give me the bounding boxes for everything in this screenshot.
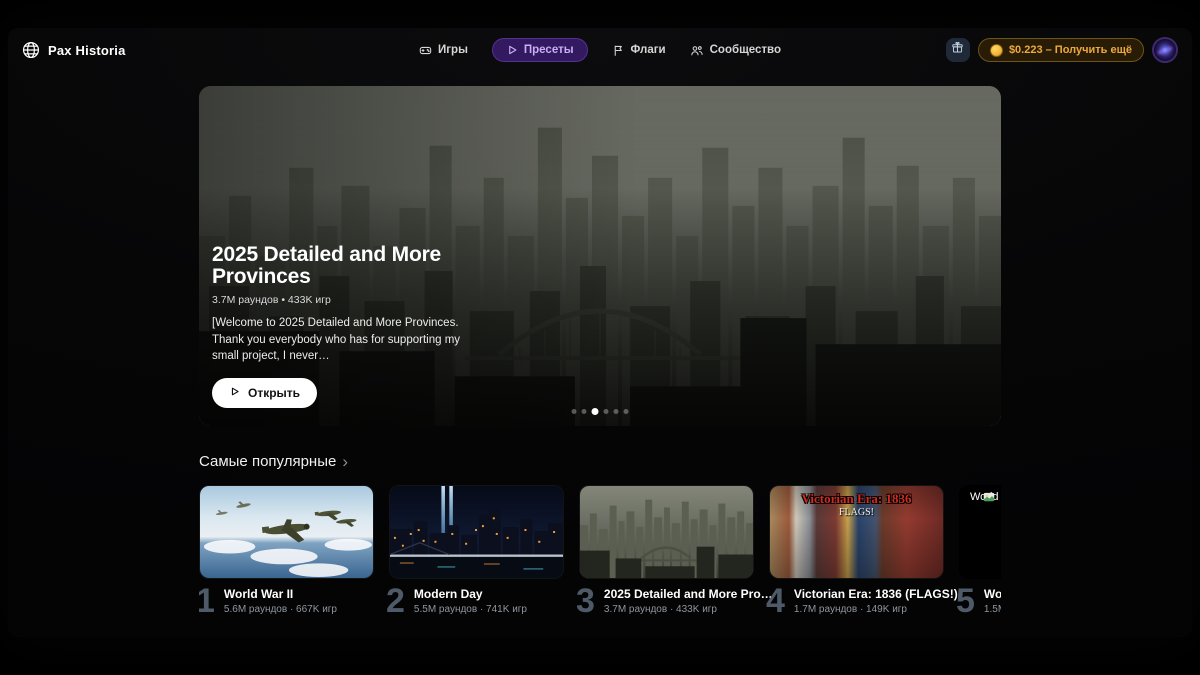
hero-content: 2025 Detailed and More Provinces 3.7M ра… (212, 242, 512, 408)
broken-image-placeholder: World W (966, 491, 1001, 503)
brand-logo[interactable]: Pax Historia (22, 41, 126, 59)
popular-cards-row: 1 World War II 5.6M раундов · 667K игр 2… (199, 485, 1001, 617)
nav-item-label: Сообщество (709, 44, 782, 56)
carousel-dot-active[interactable] (591, 408, 599, 415)
nav-item-label: Игры (437, 44, 468, 56)
hero-stats: 3.7M раундов • 433K игр (212, 293, 331, 306)
card-rank: 4 (766, 582, 785, 617)
card-title: World War II (223, 587, 294, 602)
card-title: Wo (983, 587, 1001, 602)
play-outline-icon (229, 386, 240, 400)
globe-icon (22, 41, 40, 59)
card-image-victorian-collage: Victorian Era: 1836 FLAGS! (769, 485, 944, 579)
card-title: Victorian Era: 1836 (FLAGS!) (793, 587, 958, 602)
nav-item-games[interactable]: Игры (419, 44, 468, 57)
coin-icon (989, 43, 1003, 57)
card-stats: 3.7M раундов · 433K игр (603, 604, 717, 616)
card-rank: 3 (576, 582, 595, 617)
play-icon (506, 44, 518, 56)
nav-item-presets[interactable]: Пресеты (491, 38, 588, 62)
card-image-ww2-bombers (199, 485, 374, 579)
victorian-overlay-title: Victorian Era: 1836 (801, 491, 912, 506)
gift-icon (951, 41, 964, 59)
gamepad-icon (419, 44, 432, 57)
coin-balance-button[interactable]: $0.223 – Получить ещё (977, 38, 1144, 62)
carousel-dot[interactable] (623, 409, 629, 414)
nav-item-label: Пресеты (523, 44, 574, 56)
open-button-label: Открыть (248, 386, 301, 400)
nav-item-community[interactable]: Сообщество (690, 44, 781, 57)
card-stats: 5.5M раундов · 741K игр (413, 604, 527, 616)
card-rank: 1 (199, 582, 215, 617)
nav-item-flags[interactable]: Флаги (612, 44, 666, 57)
open-button[interactable]: Открыть (212, 378, 318, 408)
carousel-dot[interactable] (603, 409, 609, 414)
preset-card-modern-day[interactable]: 2 Modern Day 5.5M раундов · 741K игр (386, 485, 564, 617)
hero-title: 2025 Detailed and More Provinces (212, 242, 442, 289)
hero-description: [Welcome to 2025 Detailed and More Provi… (212, 316, 461, 363)
card-rank: 5 (956, 582, 975, 617)
carousel-dots (571, 408, 629, 415)
popular-section-title: Самые популярные (199, 453, 337, 470)
balance-label: $0.223 – Получить ещё (1008, 44, 1132, 56)
preset-card-victorian-era[interactable]: Victorian Era: 1836 FLAGS! 4 Victorian E… (766, 485, 958, 617)
card-stats: 1.5M (983, 604, 1001, 616)
preset-card-world-war-2[interactable]: 1 World War II 5.6M раундов · 667K игр (199, 485, 374, 617)
popular-section-header[interactable]: Самые популярные › (199, 451, 1001, 471)
preset-card-partial[interactable]: World W 5 Wo 1.5M (956, 485, 1001, 617)
carousel-dot[interactable] (581, 409, 587, 414)
hero-banner[interactable]: 2025 Detailed and More Provinces 3.7M ра… (199, 86, 1001, 426)
brand-name: Pax Historia (48, 42, 126, 58)
flag-icon (612, 44, 625, 57)
card-image-broken: World W (959, 485, 1001, 579)
card-title: 2025 Detailed and More Pro… (603, 587, 773, 602)
people-icon (690, 44, 704, 57)
chevron-right-icon: › (342, 451, 349, 471)
nav-item-label: Флаги (630, 44, 666, 56)
card-title: Modern Day (413, 587, 483, 602)
card-image-city-skyline (579, 485, 754, 579)
carousel-dot[interactable] (571, 409, 577, 414)
main-nav: Игры Пресеты Флаги Сообщество (419, 28, 781, 72)
card-rank: 2 (386, 582, 405, 617)
card-stats: 5.6M раундов · 667K игр (223, 604, 337, 616)
header-right: $0.223 – Получить ещё (945, 37, 1178, 63)
card-image-nyc-night (389, 485, 564, 579)
carousel-dot[interactable] (613, 409, 619, 414)
victorian-overlay-subtitle: FLAGS! (838, 507, 874, 518)
user-avatar[interactable] (1152, 37, 1178, 63)
app-window: Pax Historia Игры Пресеты Флаги Сообщест… (8, 28, 1192, 637)
preset-card-2025-detailed[interactable]: 3 2025 Detailed and More Pro… 3.7M раунд… (576, 485, 773, 617)
card-stats: 1.7M раундов · 149K игр (793, 604, 907, 616)
top-navigation-bar: Pax Historia Игры Пресеты Флаги Сообщест… (8, 28, 1192, 72)
gift-button[interactable] (945, 38, 970, 62)
